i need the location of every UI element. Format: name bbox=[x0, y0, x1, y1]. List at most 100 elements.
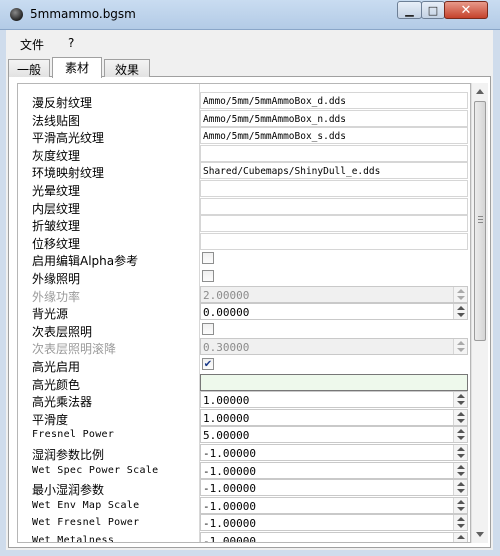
spin-up-icon[interactable] bbox=[457, 535, 465, 539]
title-bar[interactable]: 5mmammo.bgsm ▁ □ ✕ bbox=[0, 0, 500, 30]
spin-down-icon[interactable] bbox=[457, 524, 465, 529]
texture-path-field[interactable]: Shared/Cubemaps/ShinyDull_e.dds bbox=[200, 162, 468, 180]
numeric-spinner[interactable]: 1.00000 bbox=[200, 391, 468, 409]
spin-down-icon[interactable] bbox=[457, 506, 465, 511]
spin-down-icon[interactable] bbox=[457, 489, 465, 494]
spin-up-icon[interactable] bbox=[457, 517, 465, 522]
property-label: 背光源 bbox=[32, 307, 69, 322]
texture-path-field[interactable]: Ammo/5mm/5mmAmmoBox_d.dds bbox=[200, 92, 468, 109]
window-title: 5mmammo.bgsm bbox=[30, 7, 136, 21]
checkbox[interactable] bbox=[202, 322, 214, 335]
spin-up-icon[interactable] bbox=[457, 482, 465, 487]
spinner-buttons[interactable] bbox=[453, 409, 467, 425]
property-row: 外缘照明 bbox=[18, 268, 470, 286]
grip-line bbox=[478, 219, 483, 220]
texture-path-field[interactable] bbox=[200, 180, 468, 197]
property-label: 环境映射纹理 bbox=[32, 166, 105, 181]
scroll-up-icon[interactable] bbox=[476, 89, 484, 94]
property-row: 平滑度 1.00000 bbox=[18, 408, 470, 427]
numeric-value: 0.30000 bbox=[203, 341, 250, 355]
scrollbar-thumb[interactable] bbox=[474, 101, 486, 341]
spin-up-icon[interactable] bbox=[457, 429, 465, 434]
spin-up-icon[interactable] bbox=[457, 499, 465, 504]
numeric-spinner[interactable]: -1.00000 bbox=[200, 461, 468, 479]
texture-path-field[interactable] bbox=[200, 144, 468, 162]
property-row: 外缘功率 2.00000 bbox=[18, 285, 470, 304]
property-label: 内层纹理 bbox=[32, 201, 81, 216]
numeric-spinner[interactable]: -1.00000 bbox=[200, 532, 468, 543]
spin-up-icon bbox=[457, 288, 465, 293]
spin-down-icon[interactable] bbox=[457, 454, 465, 458]
spin-up-icon[interactable] bbox=[457, 394, 465, 399]
numeric-spinner[interactable]: -1.00000 bbox=[200, 496, 468, 514]
tab-general[interactable]: 一般 bbox=[8, 59, 50, 77]
spin-down-icon[interactable] bbox=[457, 313, 465, 318]
numeric-value: 1.00000 bbox=[203, 411, 250, 425]
menu-help[interactable]: ? bbox=[54, 32, 84, 54]
texture-path-field[interactable]: Ammo/5mm/5mmAmmoBox_n.dds bbox=[200, 109, 468, 127]
texture-path-field[interactable] bbox=[200, 197, 468, 215]
numeric-spinner[interactable]: 5.00000 bbox=[200, 426, 468, 444]
property-row: 漫反射纹理 Ammo/5mm/5mmAmmoBox_d.dds bbox=[18, 92, 470, 110]
spinner-buttons[interactable] bbox=[453, 392, 467, 408]
spinner-buttons[interactable] bbox=[453, 480, 467, 496]
property-row: 内层纹理 bbox=[18, 197, 470, 216]
spin-up-icon[interactable] bbox=[457, 447, 465, 451]
property-label: 高光乘法器 bbox=[32, 395, 93, 410]
property-row: 高光乘法器 1.00000 bbox=[18, 391, 470, 410]
spinner-buttons[interactable] bbox=[453, 427, 467, 443]
numeric-spinner[interactable]: -1.00000 bbox=[200, 514, 468, 532]
close-button[interactable]: ✕ bbox=[444, 1, 488, 19]
vertical-scrollbar[interactable] bbox=[471, 83, 488, 543]
numeric-spinner[interactable]: 1.00000 bbox=[200, 408, 468, 426]
property-row: 高光启用 ✔ bbox=[18, 356, 470, 374]
spin-up-icon[interactable] bbox=[457, 306, 465, 311]
property-row: Wet Spec Power Scale -1.00000 bbox=[18, 461, 470, 480]
tab-effect[interactable]: 效果 bbox=[104, 59, 150, 77]
property-label: 法线贴图 bbox=[32, 113, 81, 128]
spinner-buttons[interactable] bbox=[453, 462, 467, 478]
property-row: 平滑高光纹理 Ammo/5mm/5mmAmmoBox_s.dds bbox=[18, 127, 470, 146]
texture-path-field[interactable] bbox=[200, 215, 468, 233]
property-label: 次表层照明 bbox=[32, 324, 93, 339]
numeric-value: -1.00000 bbox=[203, 517, 256, 531]
property-label: 灰度纹理 bbox=[32, 148, 81, 163]
spinner-buttons[interactable] bbox=[453, 445, 467, 460]
texture-path-field[interactable] bbox=[200, 232, 468, 250]
checkbox-checked[interactable]: ✔ bbox=[202, 358, 214, 370]
spin-down-icon[interactable] bbox=[457, 418, 465, 423]
property-label: 高光颜色 bbox=[32, 377, 81, 392]
spinner-buttons bbox=[453, 286, 467, 302]
checkbox[interactable] bbox=[202, 270, 214, 282]
spin-down-icon[interactable] bbox=[457, 542, 465, 543]
tab-material[interactable]: 素材 bbox=[52, 57, 102, 78]
spin-up-icon[interactable] bbox=[457, 464, 465, 469]
checkbox[interactable] bbox=[202, 252, 214, 265]
numeric-spinner[interactable]: -1.00000 bbox=[200, 479, 468, 497]
spinner-buttons[interactable] bbox=[453, 533, 467, 543]
numeric-spinner[interactable]: 0.00000 bbox=[200, 303, 468, 321]
texture-path-value: Shared/Cubemaps/ShinyDull_e.dds bbox=[203, 166, 381, 178]
property-row: 法线贴图 Ammo/5mm/5mmAmmoBox_n.dds bbox=[18, 109, 470, 128]
minimize-button[interactable]: ▁ bbox=[397, 1, 422, 19]
spinner-buttons[interactable] bbox=[453, 515, 467, 531]
numeric-spinner[interactable]: -1.00000 bbox=[200, 444, 468, 461]
property-label: 平滑高光纹理 bbox=[32, 131, 105, 146]
spinner-buttons[interactable] bbox=[453, 304, 467, 320]
maximize-button[interactable]: □ bbox=[421, 1, 445, 19]
menu-file[interactable]: 文件 bbox=[6, 32, 54, 54]
spinner-buttons[interactable] bbox=[453, 497, 467, 513]
spin-up-icon[interactable] bbox=[457, 411, 465, 416]
checkbox-cell bbox=[200, 250, 468, 267]
numeric-spinner: 0.30000 bbox=[200, 338, 468, 356]
property-row: 最小湿润参数 -1.00000 bbox=[18, 479, 470, 497]
texture-path-field[interactable]: Ammo/5mm/5mmAmmoBox_s.dds bbox=[200, 127, 468, 145]
color-swatch[interactable] bbox=[200, 373, 468, 391]
spin-down-icon[interactable] bbox=[457, 401, 465, 406]
scroll-down-icon[interactable] bbox=[476, 532, 484, 537]
property-row: Wet Env Map Scale -1.00000 bbox=[18, 496, 470, 515]
spin-down-icon[interactable] bbox=[457, 436, 465, 441]
numeric-value: 5.00000 bbox=[203, 429, 250, 443]
numeric-value: -1.00000 bbox=[203, 482, 256, 496]
spin-down-icon[interactable] bbox=[457, 471, 465, 476]
